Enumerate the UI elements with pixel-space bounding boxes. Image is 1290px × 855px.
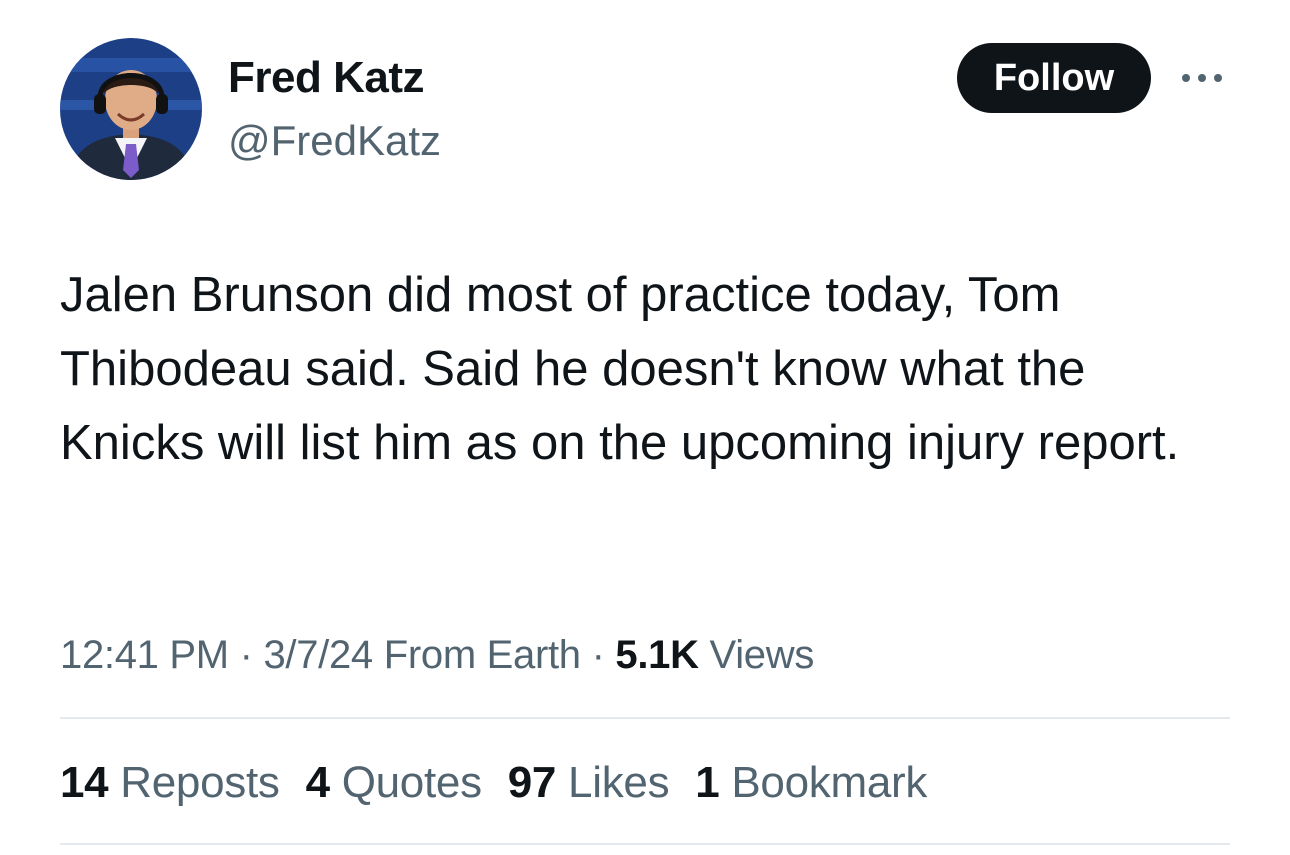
divider	[60, 843, 1230, 845]
avatar[interactable]	[60, 38, 202, 180]
display-name[interactable]: Fred Katz	[228, 52, 424, 104]
follow-button[interactable]: Follow	[957, 43, 1151, 113]
bookmarks-count: 1	[695, 758, 720, 807]
tweet-date[interactable]: 3/7/24	[263, 633, 373, 677]
views-label: Views	[709, 633, 815, 677]
quotes-count: 4	[305, 758, 330, 807]
bookmarks-stat[interactable]: 1 Bookmark	[695, 758, 927, 807]
engagement-stats: 14 Reposts 4 Quotes 97 Likes 1 Bookmark	[60, 756, 953, 810]
reposts-count: 14	[60, 758, 109, 807]
meta-separator: ·	[228, 633, 264, 677]
likes-label: Likes	[568, 758, 670, 807]
views-count: 5.1K	[615, 633, 699, 677]
tweet-location: From Earth	[383, 633, 581, 677]
more-options-button[interactable]	[1178, 64, 1226, 92]
avatar-photo	[60, 38, 202, 180]
reposts-stat[interactable]: 14 Reposts	[60, 758, 280, 807]
user-handle[interactable]: @FredKatz	[228, 116, 441, 166]
tweet-text: Jalen Brunson did most of practice today…	[60, 268, 1180, 470]
bookmarks-label: Bookmark	[731, 758, 928, 807]
likes-count: 97	[507, 758, 557, 807]
divider	[60, 717, 1230, 719]
meta-separator: ·	[580, 633, 616, 677]
quotes-label: Quotes	[341, 758, 482, 807]
tweet-time[interactable]: 12:41 PM	[60, 633, 229, 677]
likes-stat[interactable]: 97 Likes	[508, 758, 670, 807]
quotes-stat[interactable]: 4 Quotes	[306, 758, 482, 807]
tweet-meta: 12:41 PM · 3/7/24 From Earth · 5.1K View…	[60, 630, 814, 680]
reposts-label: Reposts	[120, 758, 280, 807]
more-horizontal-icon	[1182, 74, 1222, 82]
